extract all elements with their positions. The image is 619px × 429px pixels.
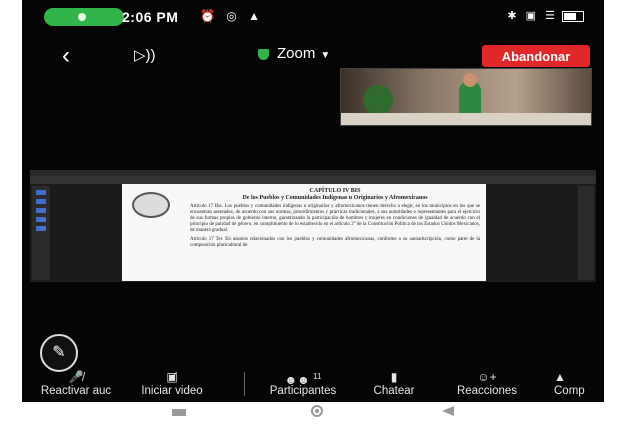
chat-label: Chatear xyxy=(373,385,415,397)
shield-icon xyxy=(258,48,269,60)
system-status-icons: ✱ ▣ ☰ xyxy=(507,10,558,22)
share-icon: ▲ xyxy=(554,370,566,384)
share-label: Comp xyxy=(554,385,585,397)
android-nav-bar xyxy=(22,402,604,429)
chat-button[interactable]: ▮ Chatear xyxy=(364,370,424,400)
leave-meeting-button[interactable]: Abandonar xyxy=(482,45,590,67)
doc-paragraph: Artículo 17 Bis. Los pueblos y comunidad… xyxy=(190,204,480,233)
back-icon[interactable] xyxy=(442,406,454,416)
shared-window-right-toolbar xyxy=(578,186,594,280)
speaker-icon[interactable]: ▷)) xyxy=(134,46,156,64)
doc-paragraph: Artículo 17 Ter. En asuntos relacionados… xyxy=(190,237,480,248)
annotate-button[interactable]: ✎ xyxy=(40,334,78,372)
chevron-left-icon[interactable]: ‹ xyxy=(62,42,70,70)
video-plant xyxy=(363,85,393,115)
unmute-button[interactable]: 🎤̸ Reactivar auc xyxy=(28,370,124,400)
call-icon xyxy=(78,13,86,21)
chat-icon: ▮ xyxy=(390,370,398,384)
shared-window-left-toolbar xyxy=(32,186,50,280)
battery-icon xyxy=(562,10,584,22)
start-video-label: Iniciar video xyxy=(141,385,203,397)
video-participant-head xyxy=(463,73,477,87)
seal-caption xyxy=(126,218,176,222)
status-bar: 2:06 PM ⏰ ◎ ▲ ✱ ▣ ☰ xyxy=(22,0,604,34)
participants-label: Participantes xyxy=(269,385,337,397)
meeting-title-label: Zoom xyxy=(277,45,316,62)
congress-seal-icon xyxy=(132,192,170,218)
participants-icon: ☻☻ 11 xyxy=(284,372,322,387)
self-video-thumbnail[interactable] xyxy=(340,68,592,126)
doc-chapter-subheading: De los Pueblos y Comunidades Indígenas u… xyxy=(242,195,428,201)
toolbar-divider xyxy=(244,372,245,396)
chevron-down-icon: ▼ xyxy=(320,50,331,61)
meeting-toolbar: 🎤̸ Reactivar auc ▣̸ Iniciar video ☻☻ 11 … xyxy=(22,370,604,400)
share-button[interactable]: ▲ Comp xyxy=(554,370,604,400)
reactions-label: Reacciones xyxy=(456,385,518,397)
reactions-button[interactable]: ☺+ Reacciones xyxy=(444,370,530,400)
participants-count: 11 xyxy=(313,372,322,381)
document-page: CAPÍTULO IV BIS De los Pueblos y Comunid… xyxy=(122,184,486,281)
phone-screen: 2:06 PM ⏰ ◎ ▲ ✱ ▣ ☰ ‹ ▷)) Zoom ▼ Abandona… xyxy=(22,0,604,429)
participants-button[interactable]: ☻☻ 11 Participantes xyxy=(258,370,348,400)
video-off-icon: ▣̸ xyxy=(166,370,178,384)
document-text: CAPÍTULO IV BIS De los Pueblos y Comunid… xyxy=(190,188,480,249)
unmute-label: Reactivar auc xyxy=(40,385,112,397)
video-table xyxy=(341,113,591,125)
shared-screen[interactable]: CAPÍTULO IV BIS De los Pueblos y Comunid… xyxy=(30,170,596,282)
status-time: 2:06 PM xyxy=(122,9,179,25)
start-video-button[interactable]: ▣̸ Iniciar video xyxy=(128,370,216,400)
home-icon[interactable] xyxy=(311,405,323,417)
pencil-icon: ✎ xyxy=(52,344,66,361)
reactions-icon: ☺+ xyxy=(477,370,497,384)
ongoing-call-pill[interactable] xyxy=(44,8,124,26)
meeting-title[interactable]: Zoom ▼ xyxy=(258,45,330,62)
mic-off-icon: 🎤̸ xyxy=(68,370,84,384)
recents-icon[interactable] xyxy=(172,409,186,416)
notification-icons: ⏰ ◎ ▲ xyxy=(200,9,264,23)
shared-window-ribbon xyxy=(30,176,596,184)
doc-chapter-heading: CAPÍTULO IV BIS xyxy=(309,188,361,194)
system-icons: ✱ ▣ ☰ xyxy=(507,9,584,22)
